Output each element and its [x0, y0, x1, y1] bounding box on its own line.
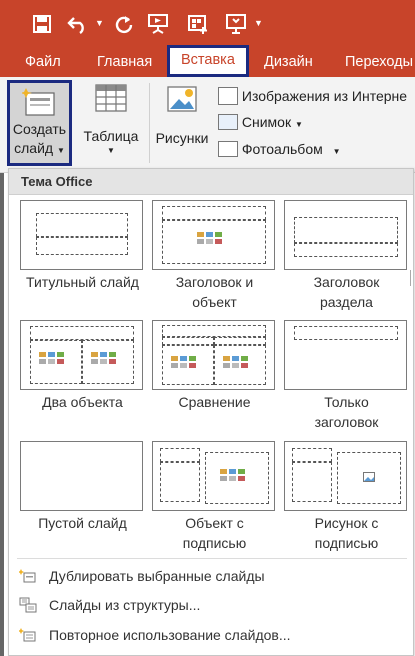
slides-from-outline-label: Слайды из структуры...: [49, 597, 201, 613]
content-placeholder-icon: [39, 352, 64, 364]
layout-thumbnail: [284, 200, 407, 270]
screen-presentation-icon[interactable]: [222, 10, 250, 38]
pictures-button[interactable]: Рисунки: [152, 83, 212, 148]
duplicate-slides-label: Дублировать выбранные слайды: [49, 568, 265, 584]
new-slide-label-line2: слайд: [14, 140, 54, 156]
content-placeholder-icon: [220, 469, 245, 481]
undo-icon[interactable]: [64, 10, 92, 38]
screenshot-label: Снимок: [241, 114, 292, 130]
slides-from-outline-icon: [19, 597, 37, 613]
layout-label-line2: объект: [192, 294, 237, 310]
ribbon-tabs: Файл Главная Вставка Дизайн Переходы: [0, 45, 415, 77]
gallery-separator: [17, 558, 407, 559]
redo-icon[interactable]: [110, 10, 138, 38]
table-dropdown-icon: ▼: [107, 146, 115, 155]
photo-album-dropdown-icon: ▼: [332, 147, 341, 156]
tab-design[interactable]: Дизайн: [264, 47, 313, 77]
picture-placeholder-icon: [363, 472, 375, 482]
new-presentation-icon[interactable]: [184, 10, 212, 38]
reuse-slides-label: Повторное использование слайдов...: [49, 627, 291, 643]
new-slide-label-line1: Создать: [12, 121, 67, 137]
screenshot-button[interactable]: Снимок ▼: [218, 111, 303, 133]
online-pictures-button[interactable]: Изображения из Интерне: [218, 85, 407, 107]
reuse-slides-icon: [19, 628, 36, 642]
content-placeholder-icon: [197, 232, 222, 244]
layout-label: Объект с: [185, 515, 244, 531]
layout-label-line2: подписью: [182, 535, 247, 551]
screenshot-icon: [218, 114, 238, 131]
new-slide-gallery: Тема Office Титульный слайд Заголовок и …: [8, 168, 414, 656]
tab-insert[interactable]: Вставка: [167, 45, 249, 77]
new-slide-dropdown-icon: ▼: [56, 146, 65, 155]
undo-dropdown-icon[interactable]: ▼: [95, 18, 104, 28]
table-icon: [95, 84, 127, 112]
reuse-slides-command[interactable]: Повторное использование слайдов...: [17, 623, 407, 647]
tab-home[interactable]: Главная: [97, 47, 152, 77]
qa-customize-dropdown-icon[interactable]: ▼: [254, 18, 263, 28]
background-scrollbar: [410, 270, 415, 286]
online-pictures-label: Изображения из Интерне: [241, 88, 408, 104]
layout-thumbnail: [152, 441, 275, 511]
content-placeholder-icon: [91, 352, 116, 364]
ribbon-panel: Создать слайд ▼ Таблица ▼ Рисунки Изобра…: [0, 77, 415, 173]
duplicate-slides-icon: [19, 569, 36, 583]
layout-label: Титульный слайд: [26, 274, 139, 290]
title-bar: ▼ ▼: [0, 0, 415, 47]
layout-thumbnail: [152, 200, 275, 270]
content-placeholder-icon: [223, 356, 248, 368]
layout-label: Сравнение: [178, 394, 251, 410]
layout-thumbnail: [20, 441, 143, 511]
save-icon[interactable]: [28, 10, 56, 38]
slides-from-outline-command[interactable]: Слайды из структуры...: [17, 593, 407, 617]
layout-label: Рисунок с: [314, 515, 379, 531]
layout-label-line2: раздела: [320, 294, 373, 310]
layout-label: Два объекта: [42, 394, 123, 410]
layout-thumbnail: [152, 320, 275, 390]
layout-thumbnail: [284, 441, 407, 511]
table-label: Таблица: [83, 128, 139, 144]
new-slide-icon: [19, 88, 55, 116]
layout-label-line2: подписью: [314, 535, 379, 551]
layout-label: Заголовок и: [175, 274, 254, 290]
photo-album-label: Фотоальбом: [241, 141, 323, 157]
ribbon-divider: [149, 83, 150, 163]
layout-label: Заголовок: [313, 274, 380, 290]
present-from-start-icon[interactable]: [144, 10, 172, 38]
table-button[interactable]: Таблица ▼: [80, 83, 142, 156]
tab-transitions[interactable]: Переходы: [345, 47, 413, 77]
layout-label: Пустой слайд: [38, 515, 127, 531]
online-pictures-icon: [218, 87, 238, 106]
photo-album-icon: [218, 141, 238, 158]
gallery-section-header: Тема Office: [9, 169, 413, 195]
layout-thumbnail: [284, 320, 407, 390]
duplicate-slides-command[interactable]: Дублировать выбранные слайды: [17, 564, 407, 588]
pictures-label: Рисунки: [155, 130, 209, 146]
layout-thumbnail: [20, 320, 143, 390]
content-placeholder-icon: [171, 356, 196, 368]
layout-thumbnail: [20, 200, 143, 270]
layout-label: Только: [324, 394, 369, 410]
screenshot-dropdown-icon: ▼: [294, 120, 303, 129]
tab-file[interactable]: Файл: [25, 47, 61, 77]
new-slide-button[interactable]: Создать слайд ▼: [7, 80, 72, 166]
pictures-icon: [167, 86, 197, 112]
photo-album-button[interactable]: Фотоальбом ▼: [218, 138, 341, 160]
layout-label-line2: заголовок: [314, 414, 379, 430]
